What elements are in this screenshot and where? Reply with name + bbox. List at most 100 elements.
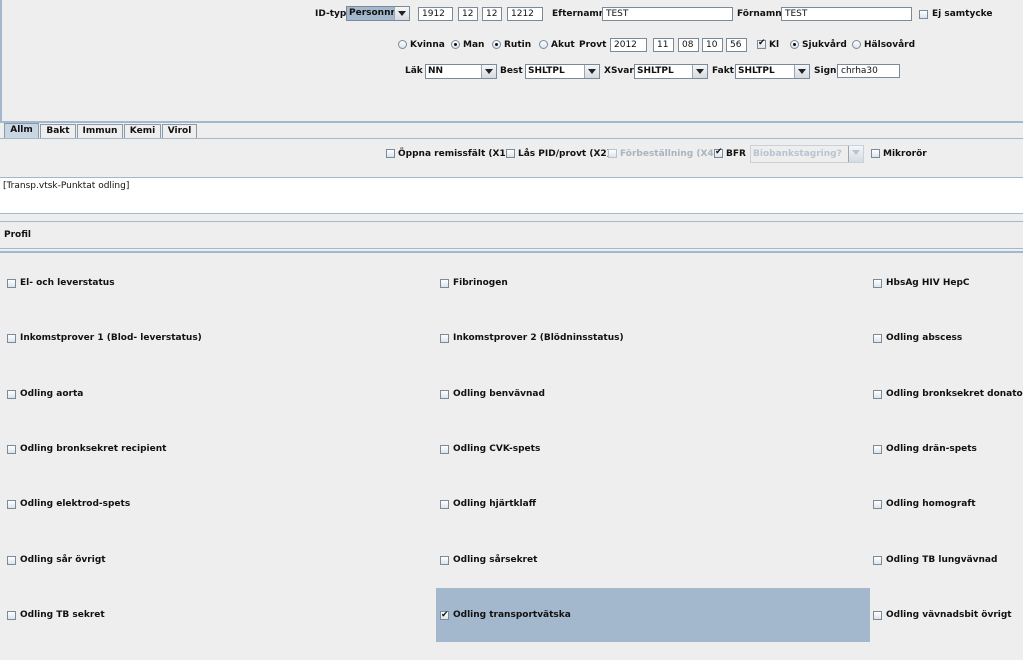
man-label: Man [463, 40, 485, 50]
profile-checkbox[interactable] [440, 334, 449, 343]
profile-checkbox[interactable] [7, 279, 16, 288]
lak-select[interactable]: NN [425, 64, 497, 79]
pnr-day-field[interactable]: 12 [482, 7, 502, 21]
biobank-select[interactable]: Biobankstagring? [750, 145, 864, 163]
profile-checkbox[interactable] [440, 556, 449, 565]
chevron-down-icon[interactable] [848, 146, 863, 162]
profile-checkbox[interactable] [7, 500, 16, 509]
chevron-down-icon[interactable] [692, 65, 707, 78]
profile-checkbox[interactable] [873, 445, 882, 454]
lak-value: NN [428, 66, 444, 76]
profile-checkbox[interactable] [440, 445, 449, 454]
las-pid-label: Lås PID/provt (X2) [518, 149, 611, 159]
man-radio[interactable] [451, 40, 460, 49]
remiss-textarea[interactable]: [Transp.vtsk-Punktat odling] [0, 177, 1023, 214]
tab-virol[interactable]: Virol [162, 124, 197, 138]
profile-checkbox[interactable] [7, 556, 16, 565]
profile-checkbox[interactable] [7, 390, 16, 399]
best-select[interactable]: SHLTPL [525, 64, 600, 79]
rutin-radio[interactable] [492, 40, 501, 49]
header-divider [0, 121, 1023, 123]
tab-allm[interactable]: Allm [4, 123, 39, 138]
profile-checkbox[interactable] [873, 611, 882, 620]
kvinna-radio[interactable] [398, 40, 407, 49]
efternamn-label: Efternamn [552, 9, 606, 19]
sign-field[interactable]: chrha30 [837, 64, 900, 78]
profile-label: Odling benvävnad [453, 389, 545, 399]
ej-samtycke-checkbox[interactable] [919, 10, 928, 19]
profile-checkbox[interactable] [440, 500, 449, 509]
ej-samtycke-label: Ej samtycke [932, 9, 993, 19]
chevron-down-icon[interactable] [584, 65, 599, 78]
kl-label: Kl [769, 40, 780, 50]
remiss-text: [Transp.vtsk-Punktat odling] [3, 181, 130, 191]
fakt-select[interactable]: SHLTPL [735, 64, 810, 79]
profile-checkbox[interactable] [440, 390, 449, 399]
sjukvard-label: Sjukvård [802, 40, 847, 50]
lak-label: Läk [405, 66, 423, 76]
tab-bakt[interactable]: Bakt [40, 124, 76, 138]
chevron-down-icon[interactable] [794, 65, 809, 78]
profile-label: Odling abscess [886, 333, 963, 343]
biobank-placeholder: Biobankstagring? [753, 149, 842, 159]
profile-label: El- och leverstatus [20, 278, 115, 288]
profile-label: Odling vävnadsbit övrigt [886, 610, 1012, 620]
chevron-down-icon[interactable] [394, 7, 409, 20]
profile-checkbox[interactable] [873, 556, 882, 565]
oppna-remissfalt-checkbox[interactable] [386, 149, 395, 158]
profile-label: Odling hjärtklaff [453, 499, 536, 509]
profile-label: Odling CVK-spets [453, 444, 541, 454]
profile-checkbox[interactable] [873, 334, 882, 343]
profile-label: Odling sårsekret [453, 555, 538, 565]
xsvar-label: XSvar [604, 66, 634, 76]
las-pid-checkbox[interactable] [506, 149, 515, 158]
provt-year-field[interactable]: 2012 [610, 38, 647, 52]
bfr-checkbox[interactable] [714, 147, 723, 158]
profile-label: Odling TB sekret [20, 610, 105, 620]
chevron-down-icon[interactable] [481, 65, 496, 78]
tab-immun[interactable]: Immun [77, 124, 123, 138]
profile-label: Inkomstprover 1 (Blod- leverstatus) [20, 333, 202, 343]
profile-label: Odling bronksekret recipient [20, 444, 167, 454]
provt-day-field[interactable]: 08 [678, 38, 699, 52]
idtyp-select[interactable]: Personnr [346, 6, 410, 21]
kl-checkbox[interactable] [757, 38, 766, 49]
profile-label: Inkomstprover 2 (Blödninsstatus) [453, 333, 624, 343]
profile-checkbox[interactable] [7, 334, 16, 343]
fornamn-field[interactable]: TEST [781, 7, 912, 21]
tabs-underline [0, 138, 1023, 139]
tab-kemi[interactable]: Kemi [124, 124, 161, 138]
pnr-month-field[interactable]: 12 [458, 7, 478, 21]
profil-label: Profil [4, 230, 31, 240]
fakt-value: SHLTPL [738, 66, 775, 76]
profile-label: Odling TB lungvävnad [886, 555, 998, 565]
halsovard-radio[interactable] [852, 40, 861, 49]
sjukvard-radio[interactable] [790, 40, 799, 49]
profile-label: Odling sår övrigt [20, 555, 106, 565]
profile-checkbox[interactable] [440, 279, 449, 288]
akut-radio[interactable] [539, 40, 548, 49]
provt-min-field[interactable]: 56 [726, 38, 747, 52]
profile-label: Odling elektrod-spets [20, 499, 131, 509]
fornamn-label: Förnamn [737, 9, 782, 19]
profile-checkbox[interactable] [873, 500, 882, 509]
xsvar-select[interactable]: SHLTPL [634, 64, 708, 79]
oppna-remissfalt-label: Öppna remissfält (X1) [398, 149, 510, 159]
profile-checkbox[interactable] [7, 611, 16, 620]
profile-checkbox[interactable] [873, 390, 882, 399]
profile-checkbox[interactable] [873, 279, 882, 288]
profil-header: Profil [0, 221, 1023, 249]
pnr-year-field[interactable]: 1912 [418, 7, 453, 21]
provt-hour-field[interactable]: 10 [702, 38, 723, 52]
mikroror-checkbox[interactable] [871, 149, 880, 158]
profile-label: Odling bronksekret donator [886, 389, 1023, 399]
efternamn-field[interactable]: TEST [602, 7, 733, 21]
profile-checkbox[interactable] [7, 445, 16, 454]
sign-label: Sign [814, 66, 837, 76]
provt-month-field[interactable]: 11 [653, 38, 674, 52]
pnr-last-field[interactable]: 1212 [507, 7, 543, 21]
profile-checkbox[interactable] [440, 609, 449, 622]
profile-label: Odling transportvätska [453, 610, 571, 620]
forbestallning-checkbox[interactable] [608, 149, 617, 158]
idtyp-label: ID-typ [315, 9, 347, 19]
